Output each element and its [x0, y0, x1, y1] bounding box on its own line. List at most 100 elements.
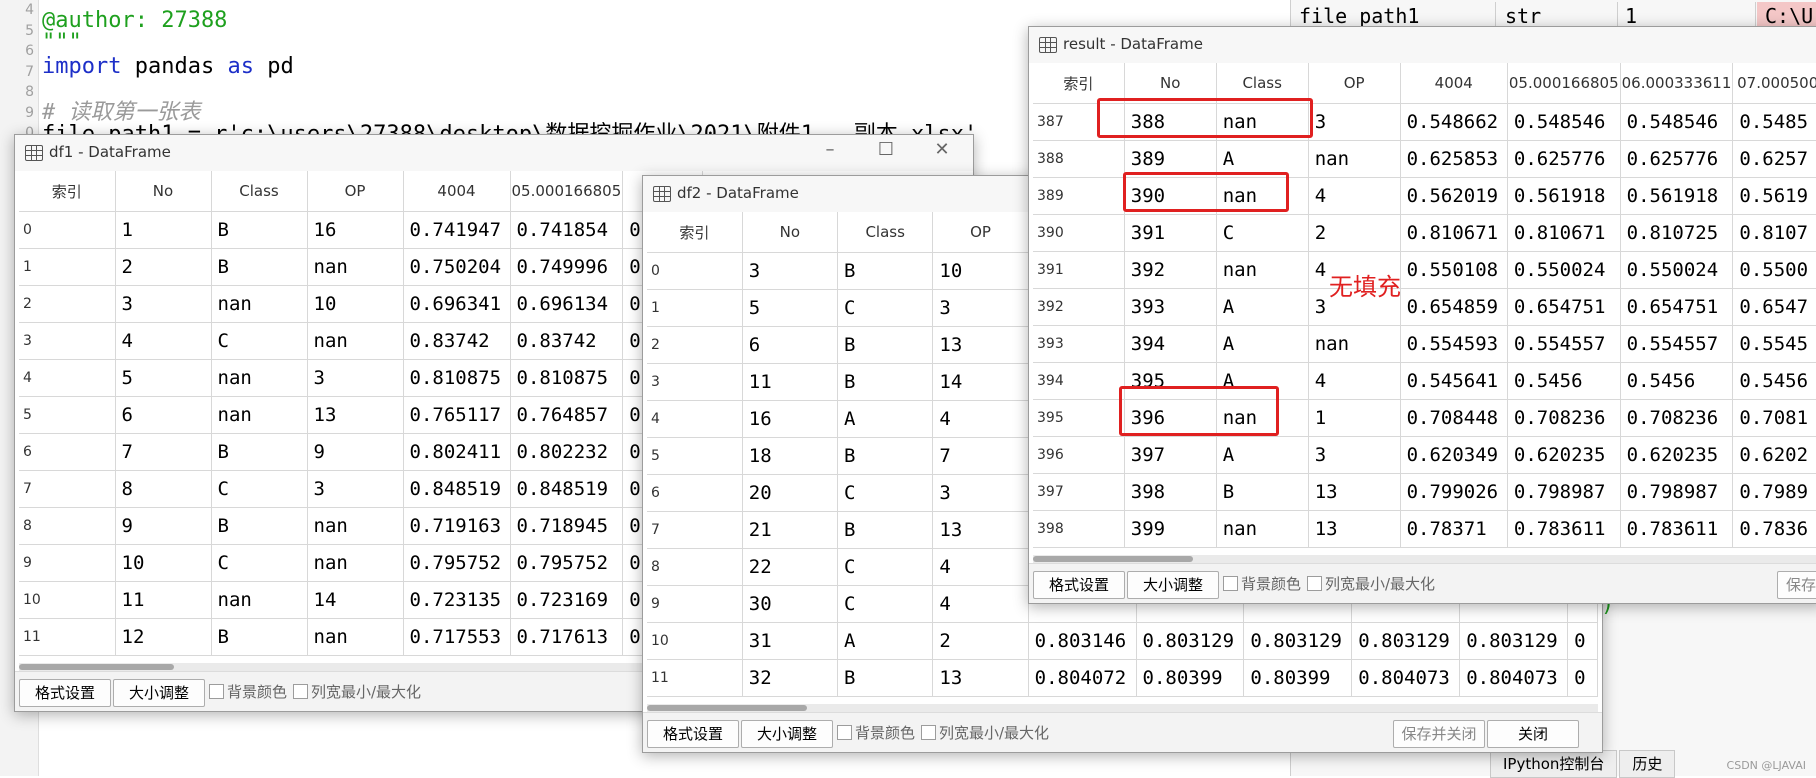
- row-index-cell[interactable]: 4: [19, 359, 116, 397]
- table-cell[interactable]: 3: [307, 470, 404, 508]
- table-cell[interactable]: 3: [932, 474, 1029, 512]
- table-cell[interactable]: 18: [742, 437, 839, 475]
- table-cell[interactable]: nan: [307, 248, 404, 286]
- table-cell[interactable]: 7: [932, 437, 1029, 475]
- table-cell[interactable]: 13: [307, 396, 404, 434]
- table-cell[interactable]: 0.764857: [510, 396, 624, 434]
- table-cell[interactable]: B: [211, 433, 308, 471]
- table-row[interactable]: 397 398 B 13 0.799026 0.798987 0.798987 0.7989: [1033, 473, 1816, 511]
- table-cell[interactable]: 11: [742, 363, 839, 401]
- table-cell[interactable]: 0.717553: [403, 618, 511, 656]
- format-button[interactable]: 格式设置: [19, 679, 111, 707]
- table-cell[interactable]: 0.803129: [1136, 622, 1245, 660]
- table-cell[interactable]: 0.548546: [1507, 103, 1621, 141]
- table-row[interactable]: 6 7 B 9 0.802411 0.802232 0.: [19, 433, 704, 471]
- table-cell[interactable]: B: [837, 659, 934, 697]
- table-cell[interactable]: 0.550024: [1620, 251, 1734, 289]
- column-header[interactable]: 07.000500: [1732, 63, 1816, 104]
- row-index-cell[interactable]: 1: [647, 289, 743, 327]
- table-cell[interactable]: 0.5545: [1732, 325, 1816, 363]
- column-header[interactable]: 06.000333611: [1620, 63, 1734, 104]
- row-index-cell[interactable]: 392: [1033, 288, 1125, 326]
- table-cell[interactable]: nan: [307, 507, 404, 545]
- table-cell[interactable]: B: [211, 618, 308, 656]
- column-header[interactable]: 4004: [403, 171, 511, 212]
- table-cell[interactable]: 13: [1308, 473, 1401, 511]
- background-color-checkbox[interactable]: [837, 725, 852, 740]
- table-cell[interactable]: 0.548662: [1400, 103, 1508, 141]
- table-cell[interactable]: 0.802411: [403, 433, 511, 471]
- table-cell[interactable]: 0.696341: [403, 285, 511, 323]
- row-index-cell[interactable]: 6: [647, 474, 743, 512]
- table-cell[interactable]: 5: [115, 359, 212, 397]
- table-cell[interactable]: 0.7081: [1732, 399, 1816, 437]
- table-cell[interactable]: nan: [307, 322, 404, 360]
- table-cell[interactable]: 0.654859: [1400, 288, 1508, 326]
- column-header[interactable]: 索引: [647, 212, 743, 253]
- table-cell[interactable]: B: [837, 437, 934, 475]
- table-cell[interactable]: B: [837, 326, 934, 364]
- table-cell[interactable]: 0.848519: [510, 470, 624, 508]
- table-cell[interactable]: 3: [932, 289, 1029, 327]
- row-index-cell[interactable]: 0: [19, 211, 116, 249]
- table-cell[interactable]: 0.717613: [510, 618, 624, 656]
- table-row[interactable]: 8 9 Bnan 0.719163 0.718945 0.: [19, 507, 704, 545]
- column-header[interactable]: Class: [211, 171, 308, 212]
- column-header[interactable]: OP: [932, 212, 1029, 253]
- table-row[interactable]: 398 399 nan 13 0.78371 0.783611 0.783611 0.7836: [1033, 510, 1816, 548]
- row-index-cell[interactable]: 7: [647, 511, 743, 549]
- table-cell[interactable]: 10: [932, 252, 1029, 290]
- table-cell[interactable]: B: [837, 252, 934, 290]
- table-cell[interactable]: 0.708236: [1507, 399, 1621, 437]
- table-cell[interactable]: 0.6202: [1732, 436, 1816, 474]
- row-index-cell[interactable]: 9: [647, 585, 743, 623]
- table-cell[interactable]: 14: [307, 581, 404, 619]
- table-cell[interactable]: 21: [742, 511, 839, 549]
- background-color-checkbox[interactable]: [209, 684, 224, 699]
- table-cell[interactable]: nan: [1216, 510, 1309, 548]
- table-cell[interactable]: 0.719163: [403, 507, 511, 545]
- table-cell[interactable]: 0.562019: [1400, 177, 1508, 215]
- table-cell[interactable]: 393: [1124, 288, 1217, 326]
- table-cell[interactable]: 0.708448: [1400, 399, 1508, 437]
- table-cell[interactable]: 0.749996: [510, 248, 624, 286]
- table-cell[interactable]: 0.783611: [1620, 510, 1734, 548]
- row-index-cell[interactable]: 2: [647, 326, 743, 364]
- table-cell[interactable]: 0: [1567, 659, 1598, 697]
- table-cell[interactable]: 0.803129: [1243, 622, 1353, 660]
- table-cell[interactable]: 0.80399: [1243, 659, 1353, 697]
- table-cell[interactable]: 0.803129: [1459, 622, 1569, 660]
- row-index-cell[interactable]: 10: [19, 581, 116, 619]
- resize-button[interactable]: 大小调整: [1127, 571, 1219, 599]
- table-cell[interactable]: B: [837, 363, 934, 401]
- table-cell[interactable]: 30: [742, 585, 839, 623]
- close-icon[interactable]: ✕: [927, 139, 957, 160]
- table-row[interactable]: 10 31 A 2 0.803146 0.803129 0.803129 0.803129 0.…: [647, 622, 1598, 660]
- table-cell[interactable]: 13: [1308, 510, 1401, 548]
- table-cell[interactable]: 9: [307, 433, 404, 471]
- table-cell[interactable]: 13: [932, 659, 1029, 697]
- table-cell[interactable]: 0.561918: [1620, 177, 1734, 215]
- table-cell[interactable]: 0.5485: [1732, 103, 1816, 141]
- row-index-cell[interactable]: 8: [647, 548, 743, 586]
- table-cell[interactable]: 4: [932, 400, 1029, 438]
- table-cell[interactable]: 0.620235: [1507, 436, 1621, 474]
- table-cell[interactable]: 0.8107: [1732, 214, 1816, 252]
- table-row[interactable]: 396 397 A 3 0.620349 0.620235 0.620235 0.6202: [1033, 436, 1816, 474]
- table-row[interactable]: 1 2 Bnan 0.750204 0.749996 0.: [19, 248, 704, 286]
- table-cell[interactable]: A: [1216, 325, 1309, 363]
- table-cell[interactable]: C: [211, 470, 308, 508]
- table-cell[interactable]: 0.708236: [1620, 399, 1734, 437]
- row-index-cell[interactable]: 2: [19, 285, 116, 323]
- table-cell[interactable]: 0.5456: [1732, 362, 1816, 400]
- table-cell[interactable]: 3: [1308, 103, 1401, 141]
- table-cell[interactable]: 0.810671: [1507, 214, 1621, 252]
- table-cell[interactable]: 10: [115, 544, 212, 582]
- table-cell[interactable]: 0.804072: [1028, 659, 1137, 697]
- table-cell[interactable]: 0.78371: [1400, 510, 1508, 548]
- table-cell[interactable]: 0.810671: [1400, 214, 1508, 252]
- row-index-cell[interactable]: 398: [1033, 510, 1125, 548]
- table-cell[interactable]: 0.561918: [1507, 177, 1621, 215]
- table-cell[interactable]: 0.6547: [1732, 288, 1816, 326]
- background-color-checkbox[interactable]: [1223, 576, 1238, 591]
